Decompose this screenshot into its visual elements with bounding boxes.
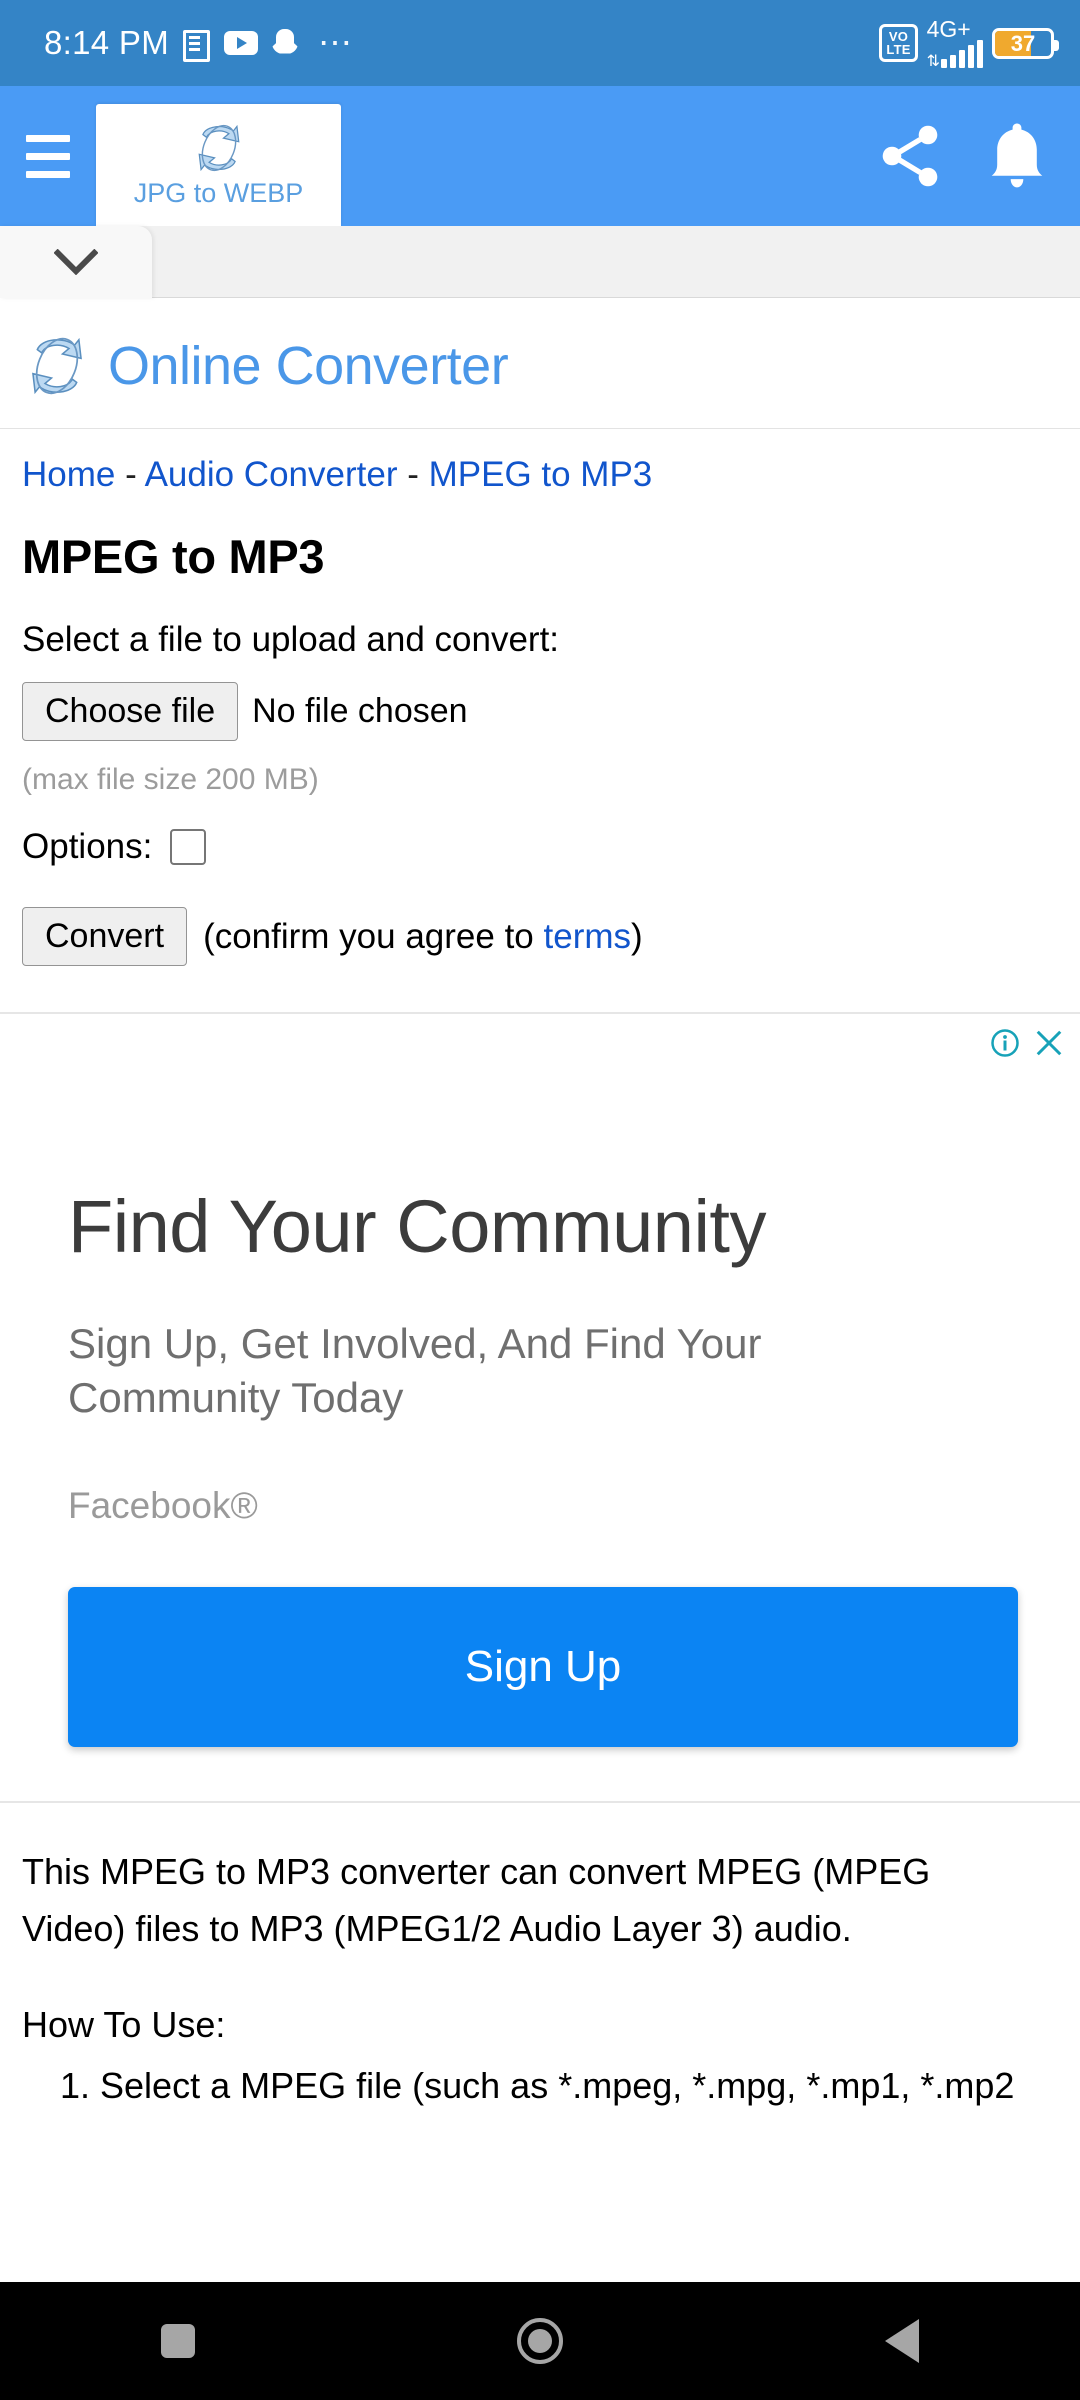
news-icon — [183, 28, 210, 62]
browser-tab-jpg-to-webp[interactable]: JPG to WEBP — [96, 104, 341, 226]
ad-headline: Find Your Community — [68, 1185, 766, 1268]
battery-icon: 37 — [992, 27, 1059, 59]
chevron-down-icon — [54, 249, 98, 275]
description-paragraph: This MPEG to MP3 converter can convert M… — [22, 1850, 931, 1950]
breadcrumb-link-current[interactable]: MPEG to MP3 — [429, 455, 653, 494]
options-checkbox[interactable] — [170, 829, 207, 865]
converter-logo-icon — [32, 337, 82, 395]
breadcrumb-link-home[interactable]: Home — [22, 455, 115, 494]
browser-sub-bar — [0, 226, 1080, 298]
snapchat-icon — [272, 28, 298, 58]
app-bar-actions — [874, 86, 1050, 226]
ad-content[interactable]: Find Your Community Sign Up, Get Involve… — [0, 1014, 1080, 1747]
convert-button[interactable]: Convert — [22, 907, 188, 966]
breadcrumb-separator-2: - — [397, 455, 429, 494]
confirm-suffix: ) — [631, 916, 643, 956]
expand-toolbar-button[interactable] — [0, 226, 152, 298]
share-icon[interactable] — [874, 120, 946, 192]
more-dots-icon: ⋯ — [318, 24, 355, 62]
confirm-prefix: (confirm you agree to — [203, 916, 544, 956]
terms-confirmation-text: (confirm you agree to terms) — [203, 917, 643, 957]
page-description: This MPEG to MP3 converter can convert M… — [0, 1803, 1080, 2115]
ad-info-icon[interactable] — [990, 1028, 1020, 1058]
youtube-icon — [224, 31, 258, 55]
breadcrumb-separator-1: - — [115, 455, 145, 494]
how-to-use-list: 1. Select a MPEG file (such as *.mpeg, *… — [22, 2057, 1040, 2115]
back-triangle-icon[interactable] — [885, 2319, 919, 2363]
ad-signup-button[interactable]: Sign Up — [68, 1586, 1018, 1747]
converter-logo-icon — [198, 124, 239, 171]
options-label: Options: — [22, 827, 153, 866]
how-to-use-step-1: 1. Select a MPEG file (such as *.mpeg, *… — [60, 2065, 1015, 2107]
signal-icon: 4G+ ⇅ — [926, 16, 983, 70]
file-chosen-status: No file chosen — [252, 692, 468, 730]
battery-percent-label: 37 — [1010, 30, 1036, 56]
hamburger-menu-icon[interactable] — [0, 86, 96, 226]
ad-close-icon[interactable] — [1034, 1028, 1064, 1058]
breadcrumb-link-audio-converter[interactable]: Audio Converter — [145, 455, 398, 494]
status-bar-left: 8:14 PM ⋯ — [44, 24, 355, 62]
file-input-row: Choose file No file chosen — [22, 682, 1080, 741]
data-activity-icon: ⇅ — [926, 53, 940, 70]
browser-tab-label: JPG to WEBP — [133, 177, 304, 208]
volte-line-2: LTE — [886, 42, 911, 57]
options-row: Options: — [22, 827, 1080, 867]
signal-bars-icon — [941, 40, 983, 68]
web-page-content: Online Converter Home - Audio Converter … — [0, 298, 1080, 2115]
choose-file-button[interactable]: Choose file — [22, 682, 239, 741]
site-header[interactable]: Online Converter — [0, 298, 1080, 429]
ad-advertiser-name: Facebook® — [68, 1484, 258, 1526]
bell-icon[interactable] — [984, 119, 1050, 193]
terms-link[interactable]: terms — [544, 917, 632, 956]
status-bar: 8:14 PM ⋯ VO LTE 4G+ ⇅ 37 — [0, 0, 1080, 86]
ad-badges — [990, 1028, 1064, 1058]
network-type-label: 4G+ — [926, 16, 971, 42]
advertisement: Find Your Community Sign Up, Get Involve… — [0, 1012, 1080, 1803]
convert-row: Convert (confirm you agree to terms) — [22, 907, 1080, 1012]
home-circle-icon[interactable] — [517, 2318, 563, 2364]
page-title: MPEG to MP3 — [22, 530, 325, 583]
upload-form: Select a file to upload and convert: Cho… — [0, 584, 1080, 1012]
breadcrumb: Home - Audio Converter - MPEG to MP3 — [0, 429, 1080, 495]
android-navigation-bar — [0, 2282, 1080, 2400]
max-file-size-note: (max file size 200 MB) — [22, 763, 319, 796]
how-to-use-heading: How To Use: — [22, 2003, 226, 2045]
ad-subtext: Sign Up, Get Involved, And Find Your Com… — [68, 1320, 762, 1421]
status-bar-right: VO LTE 4G+ ⇅ 37 — [879, 16, 1059, 70]
status-bar-clock: 8:14 PM — [44, 24, 169, 61]
volte-icon: VO LTE — [879, 24, 918, 62]
select-file-label: Select a file to upload and convert: — [22, 620, 560, 659]
recents-square-icon[interactable] — [161, 2324, 195, 2358]
site-brand-label: Online Converter — [108, 336, 509, 396]
phone-screen: 8:14 PM ⋯ VO LTE 4G+ ⇅ 37 JPG to WEBP On… — [0, 0, 1080, 2400]
browser-app-bar: JPG to WEBP — [0, 86, 1080, 226]
